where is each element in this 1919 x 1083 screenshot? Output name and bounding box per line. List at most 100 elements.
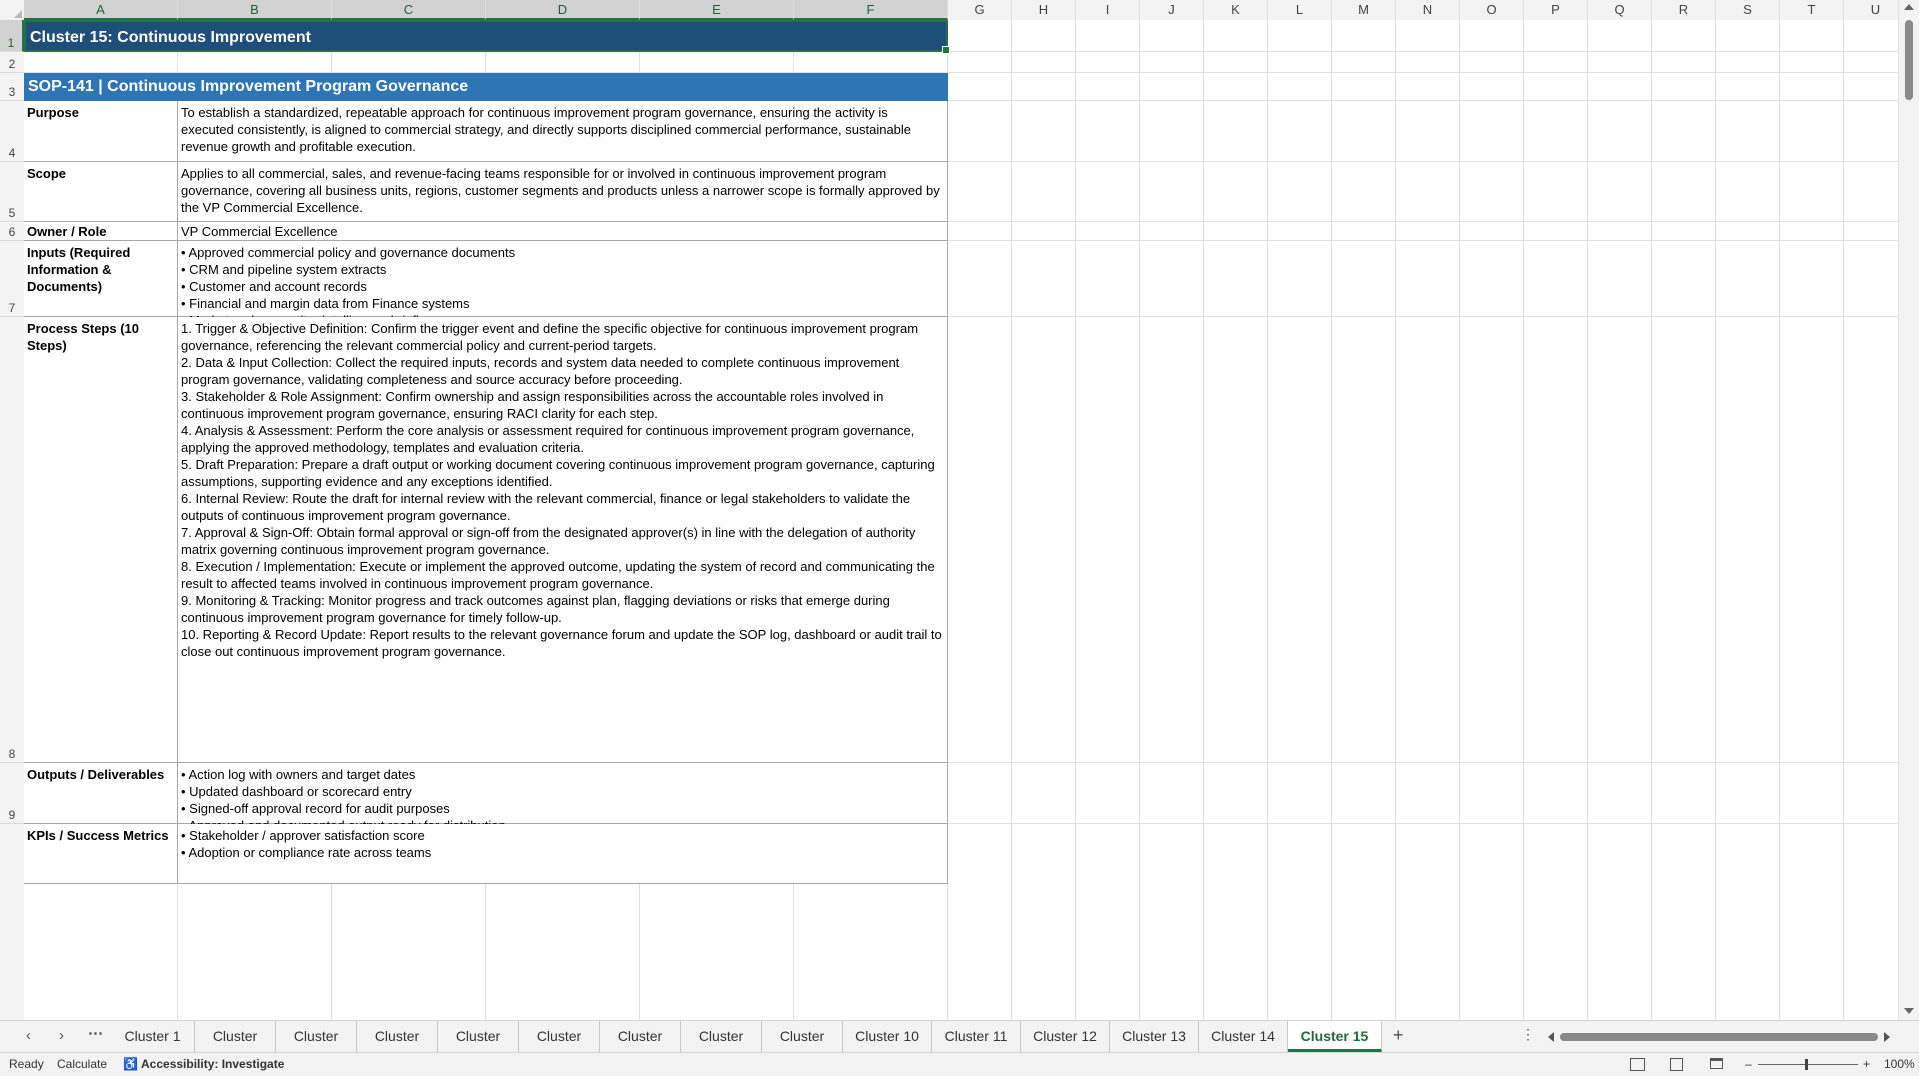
column-header-m[interactable]: M (1332, 0, 1396, 20)
gridline (1395, 20, 1396, 1020)
horizontal-scroll-thumb[interactable] (1560, 1033, 1878, 1041)
gridline (1203, 20, 1204, 1020)
accessibility-button[interactable]: Accessibility: Investigate (141, 1053, 284, 1076)
sheet-tab-cluster-2[interactable]: Cluster 2 (195, 1021, 276, 1075)
sheet-tab-cluster-13[interactable]: Cluster 13 (1110, 1021, 1199, 1052)
plus-icon[interactable]: + (1393, 1025, 1404, 1046)
inputs-label[interactable]: Inputs (Required Information & Documents… (24, 241, 178, 317)
purpose-label[interactable]: Purpose (24, 101, 178, 162)
column-header-i[interactable]: I (1076, 0, 1140, 20)
vertical-scroll-thumb[interactable] (1905, 20, 1913, 100)
list-item: 2. Data & Input Collection: Collect the … (181, 355, 900, 387)
scroll-right-icon[interactable] (1884, 1032, 1890, 1042)
row-header-4[interactable]: 4 (0, 101, 24, 162)
sheet-title-cell[interactable]: Cluster 15: Continuous Improvement (24, 20, 950, 54)
column-header-d[interactable]: D (486, 0, 640, 20)
sheet-tab-cluster-1[interactable]: Cluster 1 (111, 1021, 195, 1052)
column-header-a[interactable]: A (24, 0, 178, 20)
column-header-t[interactable]: T (1780, 0, 1844, 20)
scope-label[interactable]: Scope (24, 162, 178, 222)
select-all-corner[interactable] (0, 0, 25, 20)
row-header-2[interactable]: 2 (0, 52, 24, 73)
zoom-slider[interactable] (1758, 1064, 1858, 1065)
column-header-c[interactable]: C (332, 0, 486, 20)
accessibility-icon[interactable]: ♿ (123, 1053, 138, 1076)
outputs-value[interactable]: • Action log with owners and target date… (178, 763, 948, 833)
chevron-left-icon[interactable]: ‹ (26, 1027, 31, 1044)
scroll-left-icon[interactable] (1548, 1032, 1554, 1042)
process-steps-value[interactable]: 1. Trigger & Objective Definition: Confi… (178, 317, 948, 763)
owner-label[interactable]: Owner / Role (24, 222, 178, 241)
chevron-right-icon[interactable]: › (59, 1027, 64, 1044)
column-header-f[interactable]: F (794, 0, 948, 20)
gridline (1587, 20, 1588, 1020)
scroll-up-icon[interactable] (1904, 4, 1914, 10)
row-header-bar: 123456789 (0, 20, 25, 1020)
column-header-r[interactable]: R (1652, 0, 1716, 20)
ellipsis-icon[interactable]: ⋯ (88, 1024, 103, 1042)
scroll-down-icon[interactable] (1904, 1008, 1914, 1014)
page-layout-view-icon[interactable] (1670, 1058, 1683, 1071)
column-header-s[interactable]: S (1716, 0, 1780, 20)
column-header-j[interactable]: J (1140, 0, 1204, 20)
row-header-1[interactable]: 1 (0, 20, 24, 52)
zoom-slider-thumb[interactable] (1805, 1059, 1808, 1070)
zoom-out-icon[interactable]: – (1745, 1053, 1752, 1076)
gridline (1843, 20, 1844, 1020)
column-header-n[interactable]: N (1396, 0, 1460, 20)
sheet-tab-cluster-9[interactable]: Cluster 9 (762, 1021, 843, 1075)
column-header-h[interactable]: H (1012, 0, 1076, 20)
sheet-tab-cluster-14[interactable]: Cluster 14 (1199, 1021, 1288, 1052)
row-header-7[interactable]: 7 (0, 241, 24, 317)
owner-value[interactable]: VP Commercial Excellence (178, 222, 948, 241)
sheet-tab-cluster-12[interactable]: Cluster 12 (1021, 1021, 1110, 1052)
process-steps-label[interactable]: Process Steps (10 Steps) (24, 317, 178, 763)
column-header-b[interactable]: B (178, 0, 332, 20)
list-item: • Action log with owners and target date… (181, 767, 416, 782)
column-header-q[interactable]: Q (1588, 0, 1652, 20)
gridline (1331, 20, 1332, 1020)
column-header-l[interactable]: L (1268, 0, 1332, 20)
inputs-value[interactable]: • Approved commercial policy and governa… (178, 241, 948, 328)
sheet-tab-cluster-7[interactable]: Cluster 7 (600, 1021, 681, 1075)
sheet-tab-cluster-3[interactable]: Cluster 3 (276, 1021, 357, 1075)
column-header-k[interactable]: K (1204, 0, 1268, 20)
column-header-e[interactable]: E (640, 0, 794, 20)
list-item: 7. Approval & Sign-Off: Obtain formal ap… (181, 525, 916, 557)
row-header-6[interactable]: 6 (0, 222, 24, 241)
gridline (1779, 20, 1780, 1020)
zoom-level[interactable]: 100% (1884, 1053, 1915, 1076)
vertical-scrollbar[interactable] (1898, 0, 1919, 1020)
vertical-ellipsis-icon[interactable]: ⋮ (1521, 1026, 1535, 1043)
normal-view-icon[interactable] (1630, 1058, 1645, 1071)
gridline (1459, 20, 1460, 1020)
sheet-tab-cluster-8[interactable]: Cluster 8 (681, 1021, 762, 1075)
kpis-value[interactable]: • Stakeholder / approver satisfaction sc… (178, 824, 948, 884)
scope-value[interactable]: Applies to all commercial, sales, and re… (178, 162, 948, 222)
sop-header-cell[interactable]: SOP-141 | Continuous Improvement Program… (24, 73, 948, 101)
kpis-label[interactable]: KPIs / Success Metrics (24, 824, 178, 884)
row-header-3[interactable]: 3 (0, 73, 24, 101)
row-header-8[interactable]: 8 (0, 317, 24, 763)
calculate-button[interactable]: Calculate (57, 1053, 107, 1076)
purpose-value[interactable]: To establish a standardized, repeatable … (178, 101, 948, 162)
outputs-label[interactable]: Outputs / Deliverables (24, 763, 178, 824)
worksheet-grid[interactable]: Cluster 15: Continuous Improvement SOP-1… (24, 20, 1899, 1020)
sheet-tab-cluster-15[interactable]: Cluster 15 (1288, 1021, 1382, 1052)
row-header-5[interactable]: 5 (0, 162, 24, 222)
sheet-tab-cluster-5[interactable]: Cluster 5 (438, 1021, 519, 1075)
column-header-p[interactable]: P (1524, 0, 1588, 20)
sheet-tab-cluster-4[interactable]: Cluster 4 (357, 1021, 438, 1075)
column-header-o[interactable]: O (1460, 0, 1524, 20)
column-header-g[interactable]: G (948, 0, 1012, 20)
page-break-view-icon[interactable] (1710, 1058, 1723, 1069)
row-header-9[interactable]: 9 (0, 763, 24, 824)
sheet-tab-cluster-6[interactable]: Cluster 6 (519, 1021, 600, 1075)
sheet-tab-cluster-10[interactable]: Cluster 10 (843, 1021, 932, 1052)
horizontal-scrollbar[interactable] (1548, 1030, 1890, 1044)
gridline (1075, 20, 1076, 1020)
sheet-tab-cluster-11[interactable]: Cluster 11 (932, 1021, 1021, 1052)
ready-status: Ready (9, 1057, 44, 1071)
zoom-in-icon[interactable]: + (1863, 1053, 1870, 1076)
gridline (1267, 20, 1268, 1020)
